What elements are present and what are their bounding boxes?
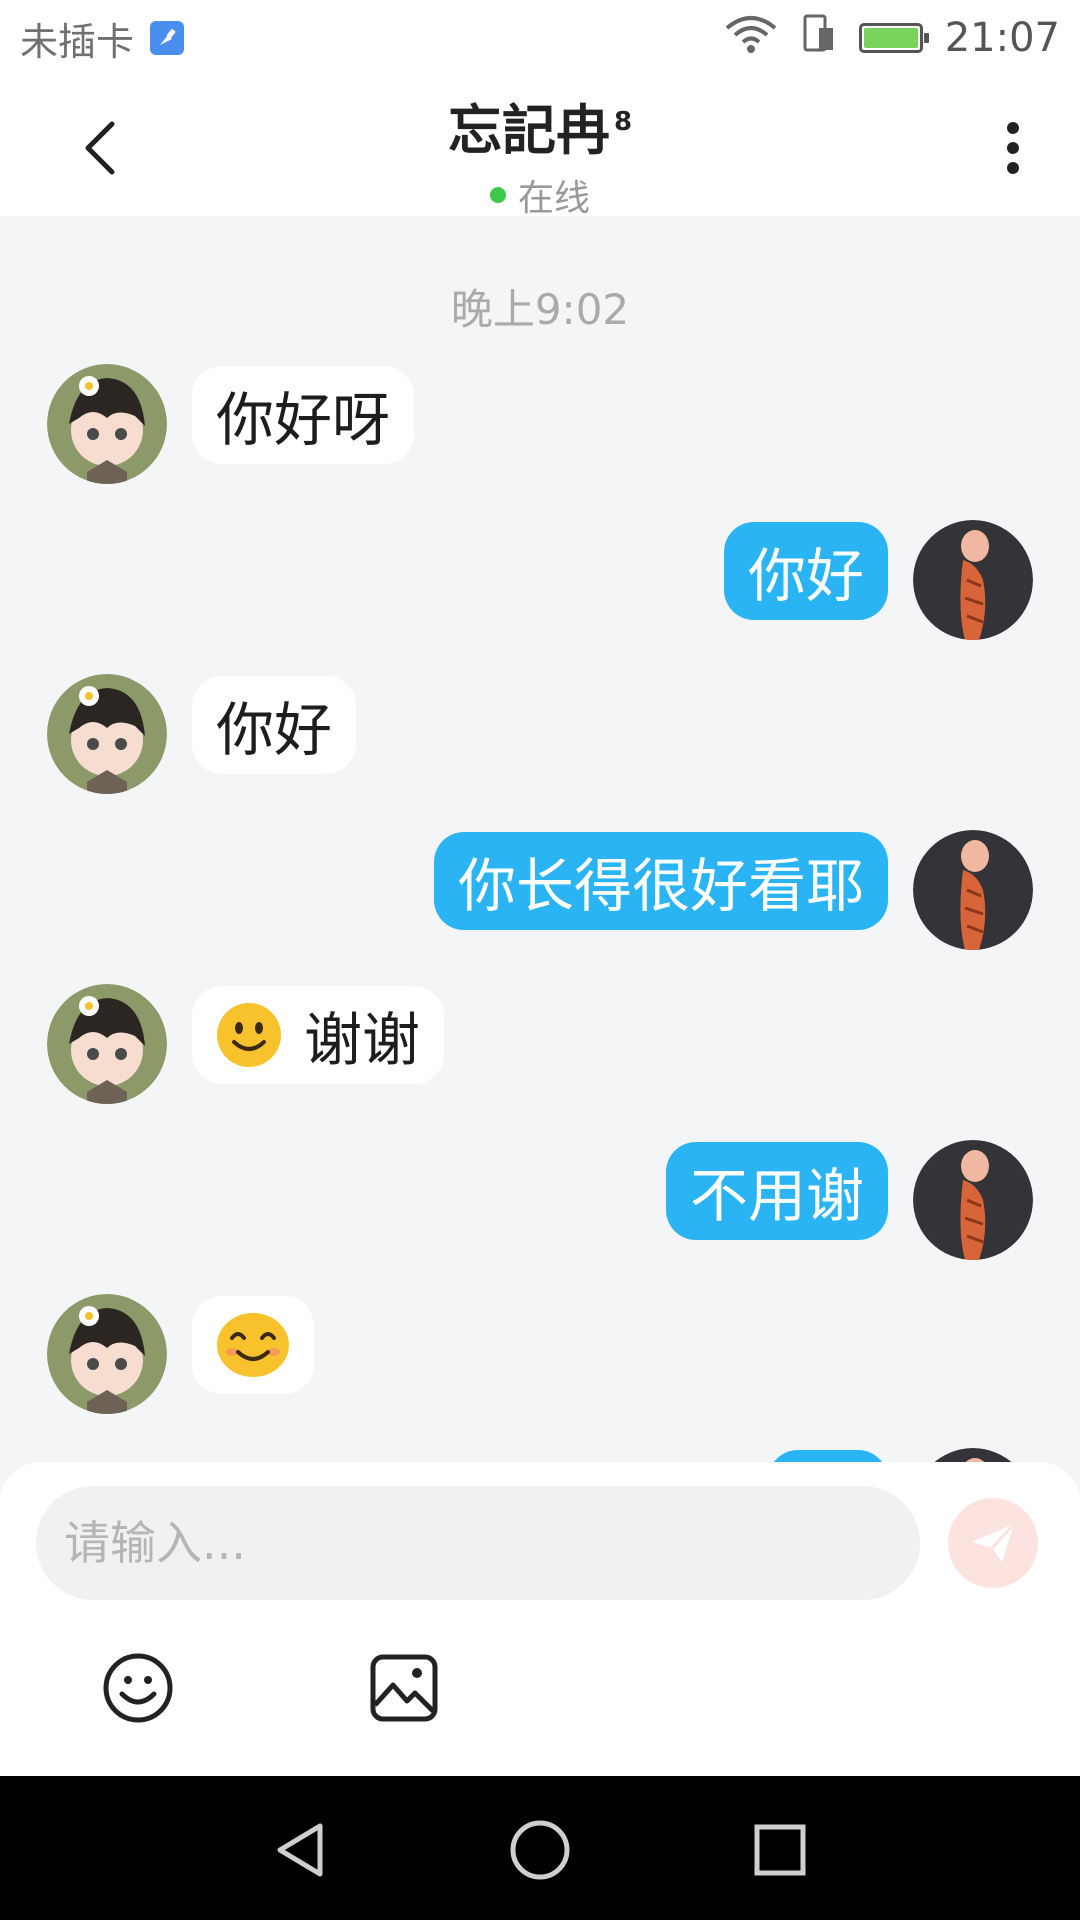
online-status: 在线 [0,169,1080,221]
message-row [0,1294,1080,1414]
message-row: 你长得很好看耶 [0,830,1080,950]
chat-header: 忘記冉 8 在线 [0,76,1080,219]
incoming-message-bubble[interactable]: 谢谢 [192,986,445,1084]
message-text: 不用谢 [689,1162,864,1230]
home-circle-icon [510,1820,570,1880]
message-text: 你好呀 [216,386,391,454]
image-button[interactable] [364,1648,444,1728]
back-triangle-icon [277,1823,323,1877]
message-row: 你好呀 [0,364,1080,484]
contact-avatar[interactable] [47,364,167,484]
more-vertical-icon [1007,122,1019,174]
user-avatar[interactable] [913,520,1033,640]
contact-name-superscript: 8 [613,107,633,137]
outgoing-message-bubble[interactable]: 你好 [723,522,888,620]
system-navigation-bar [0,1776,1080,1920]
status-bar: 未插卡 21:07 [0,0,1080,76]
message-text: 你长得很好看耶 [457,852,864,920]
incoming-message-bubble[interactable] [192,1296,314,1394]
outgoing-message-bubble[interactable]: 你长得很好看耶 [433,832,888,930]
outgoing-message-bubble[interactable] [768,1450,888,1462]
message-row-partial [0,1448,1080,1462]
message-row: 你好 [0,674,1080,794]
contact-avatar[interactable] [47,1294,167,1414]
contact-avatar[interactable] [47,984,167,1104]
incoming-message-bubble[interactable]: 你好 [192,676,357,774]
clock: 21:07 [944,15,1060,61]
message-text: 谢谢 [304,1006,421,1074]
send-button[interactable] [948,1498,1038,1588]
composer-panel [0,1462,1080,1776]
wifi-icon [723,14,779,63]
message-list[interactable]: 晚上9:02 你好呀 你好 你好 你长得很好看耶 谢谢 不用谢 [0,216,1080,1462]
message-row: 你好 [0,520,1080,640]
contact-name-text: 忘記冉 [447,99,610,162]
nav-recents-button[interactable] [748,1818,812,1882]
nav-home-button[interactable] [508,1818,572,1882]
emoji-icon [103,1653,173,1723]
user-avatar[interactable] [913,830,1033,950]
emoji-button[interactable] [98,1648,178,1728]
contact-avatar[interactable] [47,674,167,794]
message-text: 你好 [216,696,333,764]
online-status-label: 在线 [517,178,590,219]
carrier-label: 未插卡 [20,19,135,64]
more-options-button[interactable] [988,112,1038,184]
slightly-smiling-face-icon [217,1003,281,1067]
message-text: 你好 [747,542,864,610]
image-icon [370,1654,438,1722]
message-row: 谢谢 [0,984,1080,1104]
contact-name: 忘記冉 8 [448,86,632,165]
message-input[interactable] [36,1486,920,1600]
nav-back-button[interactable] [268,1818,332,1882]
sim-data-icon [801,14,837,63]
paper-plane-icon [972,1522,1016,1562]
user-avatar[interactable] [913,1448,1033,1462]
online-dot-icon [489,187,506,203]
message-row: 不用谢 [0,1140,1080,1260]
outgoing-message-bubble[interactable]: 不用谢 [665,1142,888,1240]
app-cleaner-icon [150,21,185,55]
time-divider: 晚上9:02 [450,285,630,334]
incoming-message-bubble[interactable]: 你好呀 [192,366,415,464]
recents-square-icon [754,1824,806,1876]
battery-charging-icon [858,23,929,53]
user-avatar[interactable] [913,1140,1033,1260]
smiling-face-with-smiling-eyes-icon [217,1313,289,1377]
